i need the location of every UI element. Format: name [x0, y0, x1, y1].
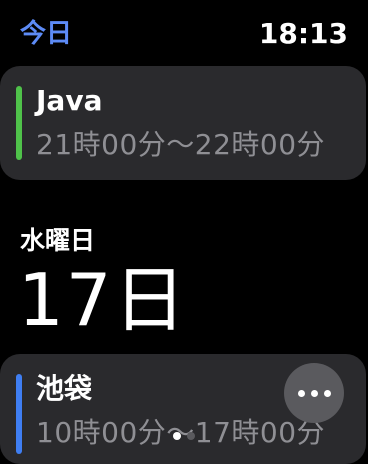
calendar-color-bar	[16, 374, 22, 454]
page-dot	[187, 432, 195, 440]
page-indicator	[0, 432, 368, 440]
back-button[interactable]: 今日	[20, 14, 72, 54]
more-button[interactable]	[284, 363, 344, 423]
event-title: 池袋	[36, 372, 93, 405]
calendar-color-bar	[16, 86, 22, 160]
clock: 18:13	[258, 17, 348, 50]
event-time: 21時00分〜22時00分	[36, 128, 326, 161]
event-title: Java	[36, 84, 103, 117]
weekday-label: 水曜日	[20, 226, 96, 255]
ellipsis-icon	[295, 389, 334, 397]
page-dot-active	[173, 432, 181, 440]
status-bar: 今日 18:13	[0, 0, 368, 64]
day-number: 17日	[18, 258, 188, 342]
